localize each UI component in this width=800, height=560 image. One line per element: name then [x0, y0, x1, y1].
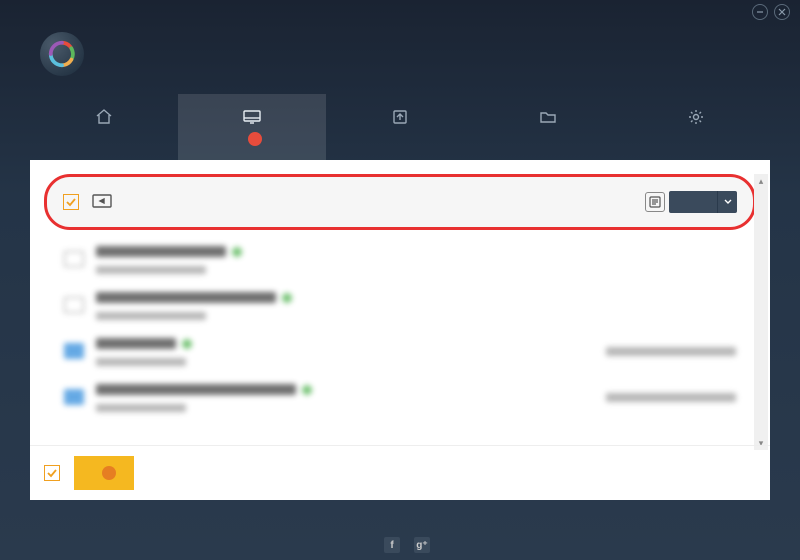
driver-row-blurred	[44, 374, 756, 420]
tab-settings[interactable]	[622, 94, 770, 160]
driver-row-highlighted[interactable]	[44, 174, 756, 230]
googleplus-link[interactable]: g⁺	[414, 537, 430, 553]
tab-bar	[0, 94, 800, 160]
minimize-button[interactable]	[752, 4, 768, 20]
scroll-up-button[interactable]: ▴	[754, 174, 768, 188]
update-button[interactable]	[669, 191, 717, 213]
tab-backup[interactable]	[326, 94, 474, 160]
footer-row	[30, 445, 770, 500]
facebook-link[interactable]: f	[384, 537, 400, 553]
download-install-button[interactable]	[74, 456, 134, 490]
scrollbar[interactable]: ▴ ▾	[754, 174, 768, 450]
update-dropdown-button[interactable]	[717, 191, 737, 213]
tab-home[interactable]	[30, 94, 178, 160]
app-logo	[40, 32, 84, 76]
gear-icon	[688, 108, 704, 126]
driver-row-blurred	[44, 236, 756, 282]
brand-header	[0, 24, 800, 94]
folder-icon	[539, 108, 557, 126]
updates-badge	[248, 132, 262, 146]
monitor-icon	[242, 108, 262, 126]
tab-driver-updates[interactable]	[178, 94, 326, 160]
driver-list-panel: ▴ ▾	[30, 160, 770, 500]
close-button[interactable]	[774, 4, 790, 20]
home-icon	[95, 108, 113, 126]
details-button[interactable]	[645, 192, 665, 212]
device-monitor-icon	[91, 193, 113, 211]
bottom-bar: f g⁺	[0, 530, 800, 560]
driver-row-blurred	[44, 282, 756, 328]
blurred-driver-list	[44, 236, 756, 420]
tab-restore[interactable]	[474, 94, 622, 160]
select-all-checkbox[interactable]	[44, 465, 60, 481]
driver-row-blurred	[44, 328, 756, 374]
download-badge	[102, 466, 116, 480]
row-checkbox[interactable]	[63, 194, 79, 210]
backup-icon	[392, 108, 408, 126]
